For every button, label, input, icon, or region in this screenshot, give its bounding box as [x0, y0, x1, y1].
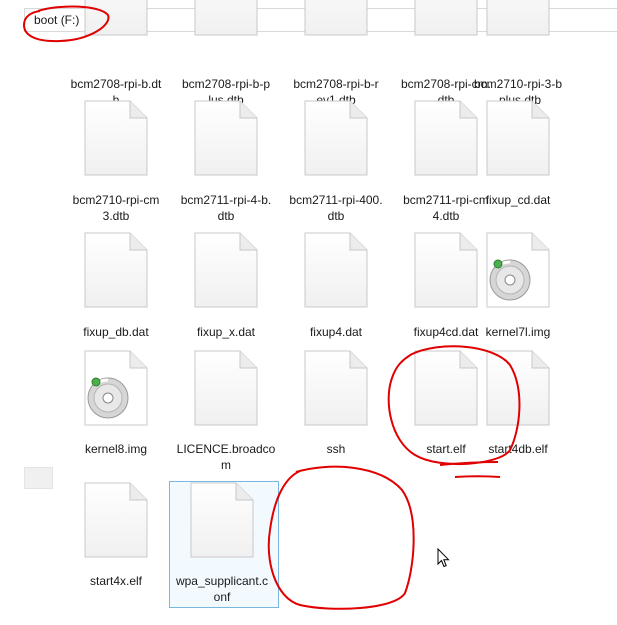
document-icon: [84, 232, 148, 308]
file-item[interactable]: bcm2711-rpi-4-b. dtb: [174, 100, 278, 226]
file-name-line: bcm2708-rpi-b-p: [181, 77, 271, 91]
file-name-line: bcm2710-rpi-3-b: [473, 77, 563, 91]
file-name: fixup_x.dat: [174, 324, 278, 340]
file-name-line: bcm2711-rpi-400.: [289, 193, 383, 207]
file-name-line: bcm2708-rpi-b-r: [293, 77, 379, 91]
file-item[interactable]: bcm2708-rpi-b-p lus.dtb: [174, 0, 278, 110]
file-name: start4db.elf: [466, 441, 570, 457]
document-icon: [486, 0, 550, 36]
file-name-line: kernel7l.img: [485, 325, 551, 339]
annotation-circle-wpa: [267, 465, 415, 610]
file-name-line: LICENCE.broadco: [176, 442, 276, 456]
file-name: bcm2711-rpi-400. dtb: [284, 192, 388, 224]
file-name-line: 4.dtb: [432, 209, 460, 223]
navigation-pane-selected-item[interactable]: [24, 467, 53, 489]
disc-image-icon: [486, 232, 550, 308]
file-name-line: fixup_cd.dat: [485, 193, 551, 207]
file-name-line: onf: [213, 590, 231, 604]
file-name: kernel7l.img: [466, 324, 570, 340]
document-icon: [84, 482, 148, 558]
file-item[interactable]: fixup_x.dat: [174, 232, 278, 342]
file-item[interactable]: start4x.elf: [64, 482, 168, 591]
document-icon: [190, 482, 254, 558]
file-name: wpa_supplicant.conf: [170, 573, 274, 605]
file-item[interactable]: bcm2708-rpi-b.dt b: [64, 0, 168, 110]
file-item[interactable]: fixup4.dat: [284, 232, 388, 342]
annotation-underline-ssh: [439, 461, 501, 478]
document-icon: [84, 100, 148, 176]
file-item[interactable]: fixup_cd.dat: [466, 100, 570, 210]
file-name-line: start4db.elf: [488, 442, 548, 456]
file-name-line: m: [221, 458, 231, 472]
mouse-pointer-icon: [437, 548, 450, 568]
file-name-line: dtb: [217, 209, 235, 223]
file-name: start4x.elf: [64, 573, 168, 589]
file-item[interactable]: ssh: [284, 350, 388, 459]
document-icon: [304, 0, 368, 36]
file-name-line: kernel8.img: [84, 442, 148, 456]
disc-image-icon: [84, 350, 148, 426]
document-icon: [84, 0, 148, 36]
navigation-pane: [0, 32, 24, 625]
file-name-line: wpa_supplicant.c: [175, 574, 269, 588]
document-icon: [304, 100, 368, 176]
document-icon: [194, 350, 258, 426]
document-icon: [194, 0, 258, 36]
file-name: fixup_db.dat: [64, 324, 168, 340]
document-icon: [486, 100, 550, 176]
file-name-line: ssh: [326, 442, 346, 456]
file-item[interactable]: start4db.elf: [466, 350, 570, 459]
document-icon: [304, 232, 368, 308]
file-item[interactable]: kernel7l.img: [466, 232, 570, 342]
document-icon: [194, 232, 258, 308]
document-icon: [194, 100, 258, 176]
file-name-line: bcm2710-rpi-cm: [72, 193, 160, 207]
file-name-line: fixup_db.dat: [83, 325, 149, 339]
file-item[interactable]: bcm2710-rpi-cm 3.dtb: [64, 100, 168, 226]
file-name-line: bcm2711-rpi-4-b.: [180, 193, 272, 207]
document-icon: [304, 350, 368, 426]
file-name: fixup_cd.dat: [466, 192, 570, 208]
file-name: kernel8.img: [64, 441, 168, 457]
file-item[interactable]: bcm2710-rpi-3-b -plus.dtb: [466, 0, 570, 110]
file-name-line: fixup_x.dat: [196, 325, 256, 339]
file-name-line: fixup4.dat: [309, 325, 363, 339]
file-item[interactable]: fixup_db.dat: [64, 232, 168, 342]
file-name-line: bcm2708-rpi-b.dt: [70, 77, 162, 91]
file-name: ssh: [284, 441, 388, 457]
file-name: fixup4.dat: [284, 324, 388, 340]
file-item[interactable]: LICENCE.broadco m: [174, 350, 278, 475]
file-item[interactable]: bcm2708-rpi-b-r ev1.dtb: [284, 0, 388, 110]
file-item[interactable]: bcm2711-rpi-400. dtb: [284, 100, 388, 226]
file-name-line: dtb: [327, 209, 345, 223]
file-name-line: 3.dtb: [102, 209, 130, 223]
file-item[interactable]: wpa_supplicant.conf: [169, 481, 279, 608]
file-name: bcm2710-rpi-cm 3.dtb: [64, 192, 168, 224]
file-item[interactable]: kernel8.img: [64, 350, 168, 459]
file-name: bcm2711-rpi-4-b. dtb: [174, 192, 278, 224]
file-name: LICENCE.broadco m: [174, 441, 278, 473]
file-name-line: start4x.elf: [89, 574, 143, 588]
document-icon: [486, 350, 550, 426]
